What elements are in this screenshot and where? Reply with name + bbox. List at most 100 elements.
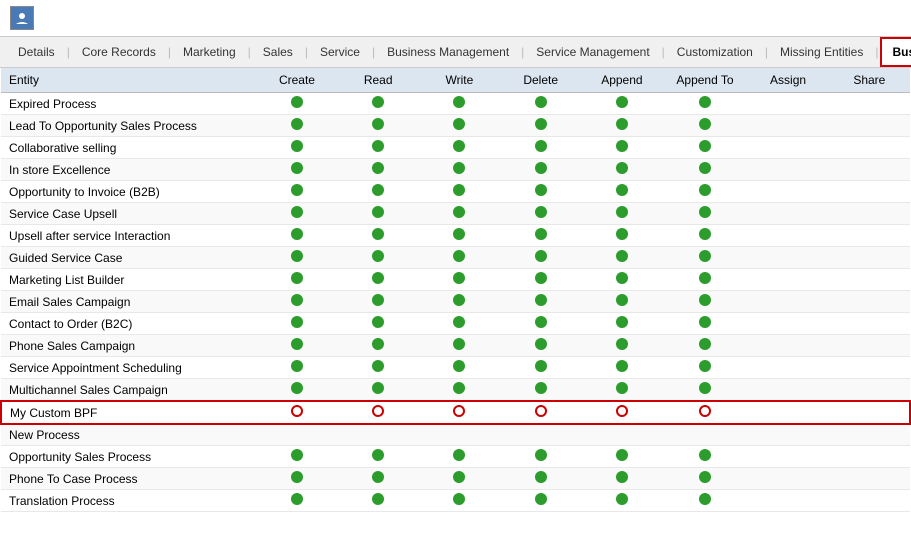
perm-cell-delete[interactable] <box>500 313 581 335</box>
perm-dot-filled[interactable] <box>372 96 384 108</box>
perm-cell-create[interactable] <box>256 93 337 115</box>
perm-cell-share[interactable] <box>829 401 910 424</box>
perm-dot-filled[interactable] <box>453 272 465 284</box>
perm-cell-share[interactable] <box>829 269 910 291</box>
perm-cell-read[interactable] <box>338 401 419 424</box>
perm-cell-create[interactable] <box>256 401 337 424</box>
perm-dot-filled[interactable] <box>453 294 465 306</box>
perm-cell-append[interactable] <box>581 269 662 291</box>
perm-cell-share[interactable] <box>829 490 910 512</box>
perm-cell-create[interactable] <box>256 291 337 313</box>
perm-cell-assign[interactable] <box>747 424 828 446</box>
perm-dot-filled[interactable] <box>372 316 384 328</box>
perm-dot-empty[interactable] <box>291 405 303 417</box>
perm-cell-assign[interactable] <box>747 446 828 468</box>
perm-dot-filled[interactable] <box>616 316 628 328</box>
perm-cell-assign[interactable] <box>747 313 828 335</box>
perm-dot-empty[interactable] <box>535 405 547 417</box>
perm-dot-filled[interactable] <box>616 162 628 174</box>
perm-cell-write[interactable] <box>419 181 500 203</box>
perm-cell-appendTo[interactable] <box>663 115 748 137</box>
perm-cell-appendTo[interactable] <box>663 247 748 269</box>
perm-dot-filled[interactable] <box>372 206 384 218</box>
perm-cell-create[interactable] <box>256 313 337 335</box>
perm-cell-append[interactable] <box>581 446 662 468</box>
perm-cell-append[interactable] <box>581 424 662 446</box>
perm-cell-appendTo[interactable] <box>663 269 748 291</box>
perm-dot-filled[interactable] <box>699 140 711 152</box>
perm-cell-append[interactable] <box>581 379 662 402</box>
perm-dot-filled[interactable] <box>535 449 547 461</box>
perm-dot-filled[interactable] <box>372 184 384 196</box>
perm-cell-write[interactable] <box>419 424 500 446</box>
tab-service-management[interactable]: Service Management <box>526 39 659 65</box>
perm-cell-create[interactable] <box>256 335 337 357</box>
perm-cell-read[interactable] <box>338 446 419 468</box>
perm-cell-read[interactable] <box>338 490 419 512</box>
perm-dot-filled[interactable] <box>535 382 547 394</box>
perm-dot-filled[interactable] <box>535 162 547 174</box>
perm-dot-filled[interactable] <box>616 493 628 505</box>
perm-dot-filled[interactable] <box>372 250 384 262</box>
perm-dot-filled[interactable] <box>453 493 465 505</box>
perm-dot-filled[interactable] <box>291 316 303 328</box>
perm-cell-write[interactable] <box>419 247 500 269</box>
perm-dot-filled[interactable] <box>372 228 384 240</box>
perm-dot-filled[interactable] <box>453 118 465 130</box>
perm-dot-filled[interactable] <box>699 228 711 240</box>
perm-cell-read[interactable] <box>338 357 419 379</box>
perm-dot-filled[interactable] <box>453 360 465 372</box>
perm-dot-filled[interactable] <box>699 493 711 505</box>
perm-dot-filled[interactable] <box>535 96 547 108</box>
perm-dot-filled[interactable] <box>453 250 465 262</box>
perm-cell-appendTo[interactable] <box>663 424 748 446</box>
perm-cell-share[interactable] <box>829 335 910 357</box>
perm-dot-filled[interactable] <box>535 316 547 328</box>
perm-dot-empty[interactable] <box>616 405 628 417</box>
perm-cell-create[interactable] <box>256 446 337 468</box>
perm-dot-filled[interactable] <box>699 162 711 174</box>
perm-cell-create[interactable] <box>256 225 337 247</box>
perm-cell-delete[interactable] <box>500 446 581 468</box>
perm-dot-filled[interactable] <box>372 272 384 284</box>
perm-cell-append[interactable] <box>581 225 662 247</box>
perm-cell-assign[interactable] <box>747 357 828 379</box>
perm-cell-write[interactable] <box>419 115 500 137</box>
perm-cell-assign[interactable] <box>747 159 828 181</box>
perm-cell-appendTo[interactable] <box>663 203 748 225</box>
perm-cell-share[interactable] <box>829 115 910 137</box>
perm-cell-assign[interactable] <box>747 247 828 269</box>
perm-dot-filled[interactable] <box>699 294 711 306</box>
perm-dot-filled[interactable] <box>699 338 711 350</box>
perm-cell-delete[interactable] <box>500 424 581 446</box>
perm-cell-assign[interactable] <box>747 379 828 402</box>
perm-dot-filled[interactable] <box>291 206 303 218</box>
perm-cell-create[interactable] <box>256 424 337 446</box>
perm-dot-filled[interactable] <box>616 360 628 372</box>
perm-cell-appendTo[interactable] <box>663 291 748 313</box>
perm-cell-append[interactable] <box>581 181 662 203</box>
perm-cell-read[interactable] <box>338 115 419 137</box>
perm-cell-create[interactable] <box>256 269 337 291</box>
perm-dot-filled[interactable] <box>535 228 547 240</box>
perm-cell-share[interactable] <box>829 291 910 313</box>
perm-cell-read[interactable] <box>338 468 419 490</box>
perm-cell-share[interactable] <box>829 93 910 115</box>
perm-dot-empty[interactable] <box>372 405 384 417</box>
perm-cell-assign[interactable] <box>747 225 828 247</box>
perm-cell-read[interactable] <box>338 203 419 225</box>
perm-dot-filled[interactable] <box>616 184 628 196</box>
perm-cell-read[interactable] <box>338 424 419 446</box>
perm-cell-read[interactable] <box>338 225 419 247</box>
perm-cell-appendTo[interactable] <box>663 379 748 402</box>
perm-dot-filled[interactable] <box>699 184 711 196</box>
perm-cell-read[interactable] <box>338 335 419 357</box>
perm-cell-read[interactable] <box>338 291 419 313</box>
perm-cell-append[interactable] <box>581 93 662 115</box>
perm-cell-read[interactable] <box>338 379 419 402</box>
perm-cell-write[interactable] <box>419 357 500 379</box>
perm-dot-filled[interactable] <box>535 471 547 483</box>
perm-cell-read[interactable] <box>338 269 419 291</box>
perm-cell-share[interactable] <box>829 313 910 335</box>
perm-cell-appendTo[interactable] <box>663 401 748 424</box>
